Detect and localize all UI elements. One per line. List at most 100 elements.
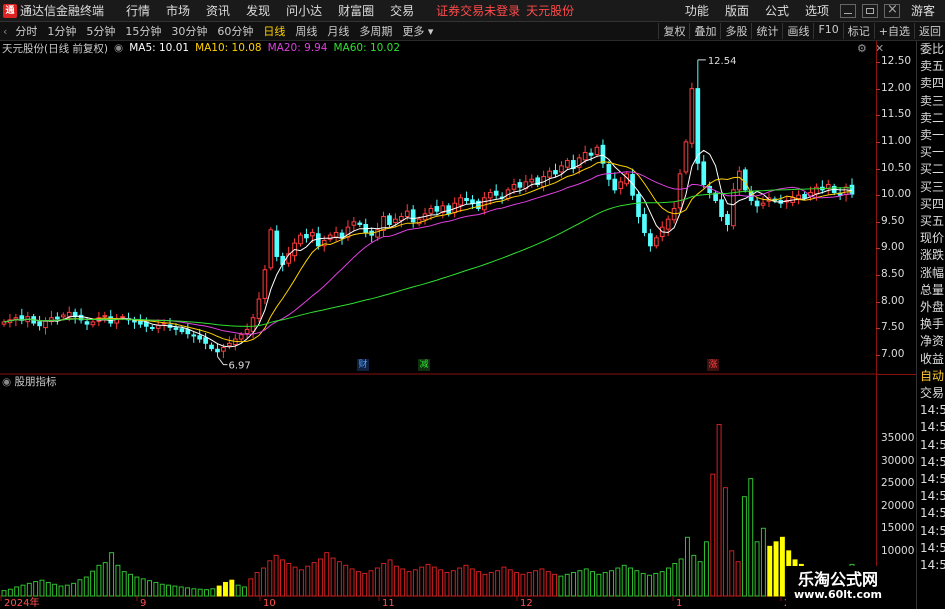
candle-body xyxy=(689,88,695,144)
menu-item-faxian[interactable]: 发现 xyxy=(238,2,278,19)
volume-bar xyxy=(20,584,26,597)
price-tick-label: 7.00 xyxy=(881,348,905,360)
candle-body xyxy=(120,316,125,319)
volume-bar xyxy=(140,578,146,597)
fuquan-button[interactable]: 复权 xyxy=(658,23,689,39)
add-watchlist-button[interactable]: +自选 xyxy=(873,23,914,39)
side-panel-item[interactable]: 交易 xyxy=(917,385,945,402)
volume-bar xyxy=(438,569,444,597)
guest-user[interactable]: 游客 xyxy=(911,2,935,19)
event-marker-zhang[interactable]: 涨 xyxy=(707,359,719,371)
high-price-label: 12.54 xyxy=(708,56,737,67)
draw-line-button[interactable]: 画线 xyxy=(782,23,813,39)
volume-bar xyxy=(90,570,96,597)
menu-item-zixun[interactable]: 资讯 xyxy=(198,2,238,19)
candle-body xyxy=(582,152,588,161)
volume-bar xyxy=(419,566,425,597)
price-tick-label: 11.00 xyxy=(881,134,912,147)
f10-button[interactable]: F10 xyxy=(813,23,842,39)
current-stock-alert[interactable]: 天元股份 xyxy=(526,2,574,19)
tab-monthly[interactable]: 月线 xyxy=(322,23,354,39)
event-marker-jian[interactable]: 减 xyxy=(418,359,430,371)
candle-body xyxy=(493,190,499,196)
volume-bar xyxy=(672,562,678,597)
volume-tick-label: 25000 xyxy=(881,477,915,490)
indicator-dot-icon[interactable]: ◉ xyxy=(2,376,11,388)
volume-bar xyxy=(7,588,13,597)
volume-bar xyxy=(324,552,330,597)
mark-button[interactable]: 标记 xyxy=(842,23,874,39)
volume-bar xyxy=(577,570,583,597)
tab-30min[interactable]: 30分钟 xyxy=(166,23,212,39)
side-panel-item: 14:56 xyxy=(920,437,945,452)
candle-body xyxy=(221,347,226,352)
volume-bar xyxy=(735,561,741,597)
candle-body xyxy=(600,144,606,164)
tab-multi-period[interactable]: 多周期 xyxy=(354,23,397,39)
side-panel-item: 14:56 xyxy=(920,540,945,555)
menu-item-gongneng[interactable]: 功能 xyxy=(677,2,717,19)
price-tick-label: 9.00 xyxy=(881,241,905,254)
volume-bar xyxy=(596,573,602,597)
overlay-button[interactable]: 叠加 xyxy=(689,23,720,39)
candle-body xyxy=(357,222,363,225)
candle-body xyxy=(43,320,48,329)
price-tick-label: 9.50 xyxy=(881,214,905,227)
candle-body xyxy=(227,342,232,347)
tab-more[interactable]: 更多 ▾ xyxy=(397,23,438,39)
candle-body xyxy=(754,200,760,207)
menu-item-caifuquan[interactable]: 财富圈 xyxy=(330,2,382,19)
menu-item-gongshi[interactable]: 公式 xyxy=(757,2,797,19)
menu-item-shichang[interactable]: 市场 xyxy=(158,2,198,19)
candle-body xyxy=(250,317,256,332)
volume-bar xyxy=(590,571,595,597)
volume-bar xyxy=(197,588,203,597)
volume-bar xyxy=(134,576,140,597)
collapse-arrow-icon[interactable]: ‹ xyxy=(0,25,10,38)
menu-item-xuanxiang[interactable]: 选项 xyxy=(797,2,837,19)
statistics-button[interactable]: 统计 xyxy=(751,23,782,39)
volume-bar xyxy=(457,567,463,597)
volume-bar xyxy=(52,583,58,597)
volume-bar xyxy=(185,587,190,597)
side-panel-item: 买二 xyxy=(920,162,945,177)
volume-bar xyxy=(716,423,722,597)
candle-body xyxy=(695,88,701,164)
tab-daily[interactable]: 日线 xyxy=(258,23,290,39)
tab-1min[interactable]: 1分钟 xyxy=(42,23,81,39)
price-tick-mark xyxy=(876,301,880,303)
menu-item-banmian[interactable]: 版面 xyxy=(717,2,757,19)
maximize-icon[interactable] xyxy=(861,3,878,18)
volume-bar xyxy=(697,561,703,597)
menu-item-jiaoyi[interactable]: 交易 xyxy=(382,2,422,19)
volume-bar xyxy=(368,570,374,597)
candle-body xyxy=(665,218,671,230)
multi-stock-button[interactable]: 多股 xyxy=(720,23,751,39)
menu-item-hangqing[interactable]: 行情 xyxy=(118,2,158,19)
volume-bar xyxy=(659,571,665,597)
volume-bar xyxy=(267,560,273,597)
candle-body xyxy=(618,181,624,190)
candle-body xyxy=(434,206,440,212)
price-tick-mark xyxy=(876,195,880,197)
tab-15min[interactable]: 15分钟 xyxy=(120,23,166,39)
tab-fenshi[interactable]: 分时 xyxy=(10,23,42,39)
candle-body xyxy=(404,210,410,217)
back-button[interactable]: 返回 xyxy=(914,23,945,39)
price-tick-mark xyxy=(876,328,880,330)
minimize-icon[interactable] xyxy=(839,3,856,18)
volume-bar xyxy=(102,562,108,597)
tab-60min[interactable]: 60分钟 xyxy=(212,23,258,39)
tab-5min[interactable]: 5分钟 xyxy=(81,23,120,39)
kline-chart[interactable]: 12.546.972024年910111212 xyxy=(0,41,876,609)
event-marker-cai[interactable]: 财 xyxy=(357,359,369,371)
trade-login-alert[interactable]: 证券交易未登录 xyxy=(436,2,520,19)
menu-item-wenxiaoda[interactable]: 问小达 xyxy=(278,2,330,19)
close-icon[interactable] xyxy=(883,2,900,18)
tab-weekly[interactable]: 周线 xyxy=(290,23,322,39)
candle-body xyxy=(262,269,268,299)
volume-bar xyxy=(121,571,127,597)
candle-body xyxy=(90,321,96,326)
side-panel-item: 卖三 xyxy=(920,93,945,108)
side-panel-item[interactable]: 自动 xyxy=(917,368,945,385)
